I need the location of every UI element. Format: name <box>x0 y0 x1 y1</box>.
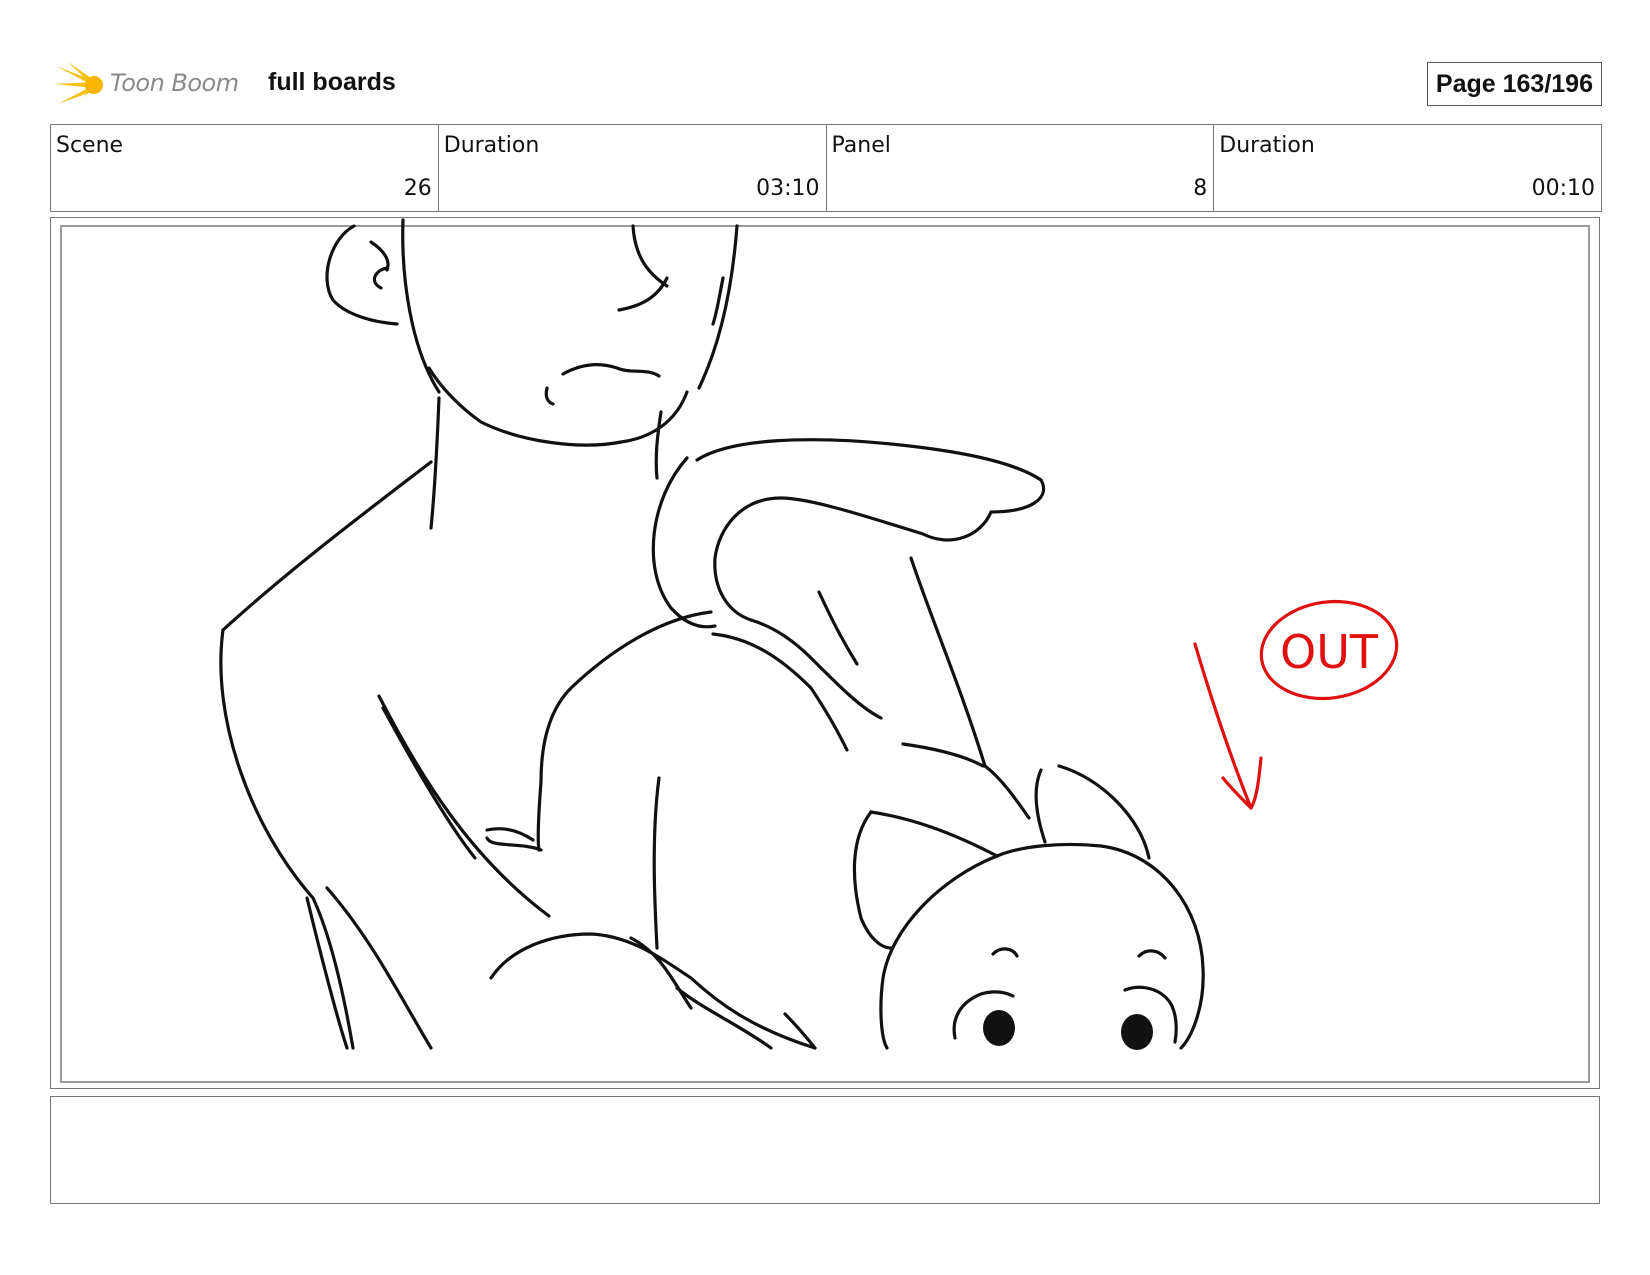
scene-cell: Scene 26 <box>51 125 439 211</box>
panel-duration-cell: Duration 00:10 <box>1214 125 1601 211</box>
scene-duration-value: 03:10 <box>756 176 820 201</box>
cat-eyes <box>983 1010 1153 1050</box>
scene-duration-cell: Duration 03:10 <box>439 125 827 211</box>
page-indicator: Page 163/196 <box>1426 62 1602 106</box>
panel-info-row: Scene 26 Duration 03:10 Panel 8 Duration… <box>50 124 1602 212</box>
panel-label: Panel <box>831 133 891 158</box>
sketch-lines <box>219 218 1205 1050</box>
panel-duration-value: 00:10 <box>1531 176 1595 201</box>
logo-text: Toon Boom <box>110 69 239 97</box>
panel-notes-box <box>50 1096 1600 1204</box>
starburst-icon <box>54 62 103 108</box>
scene-duration-label: Duration <box>443 133 540 158</box>
scene-label: Scene <box>56 133 124 158</box>
scene-value: 26 <box>403 176 432 201</box>
panel-value: 8 <box>1193 176 1208 201</box>
storyboard-panel: OUT <box>50 217 1600 1089</box>
panel-cell: Panel 8 <box>827 125 1215 211</box>
out-annotation-text: OUT <box>1280 625 1379 679</box>
page-header: Toon Boom full boards Page 163/196 <box>50 58 1602 112</box>
panel-drawing: OUT <box>60 218 1590 1083</box>
toon-boom-logo: Toon Boom <box>54 58 254 112</box>
panel-duration-label: Duration <box>1219 133 1315 158</box>
board-title: full boards <box>268 68 396 96</box>
